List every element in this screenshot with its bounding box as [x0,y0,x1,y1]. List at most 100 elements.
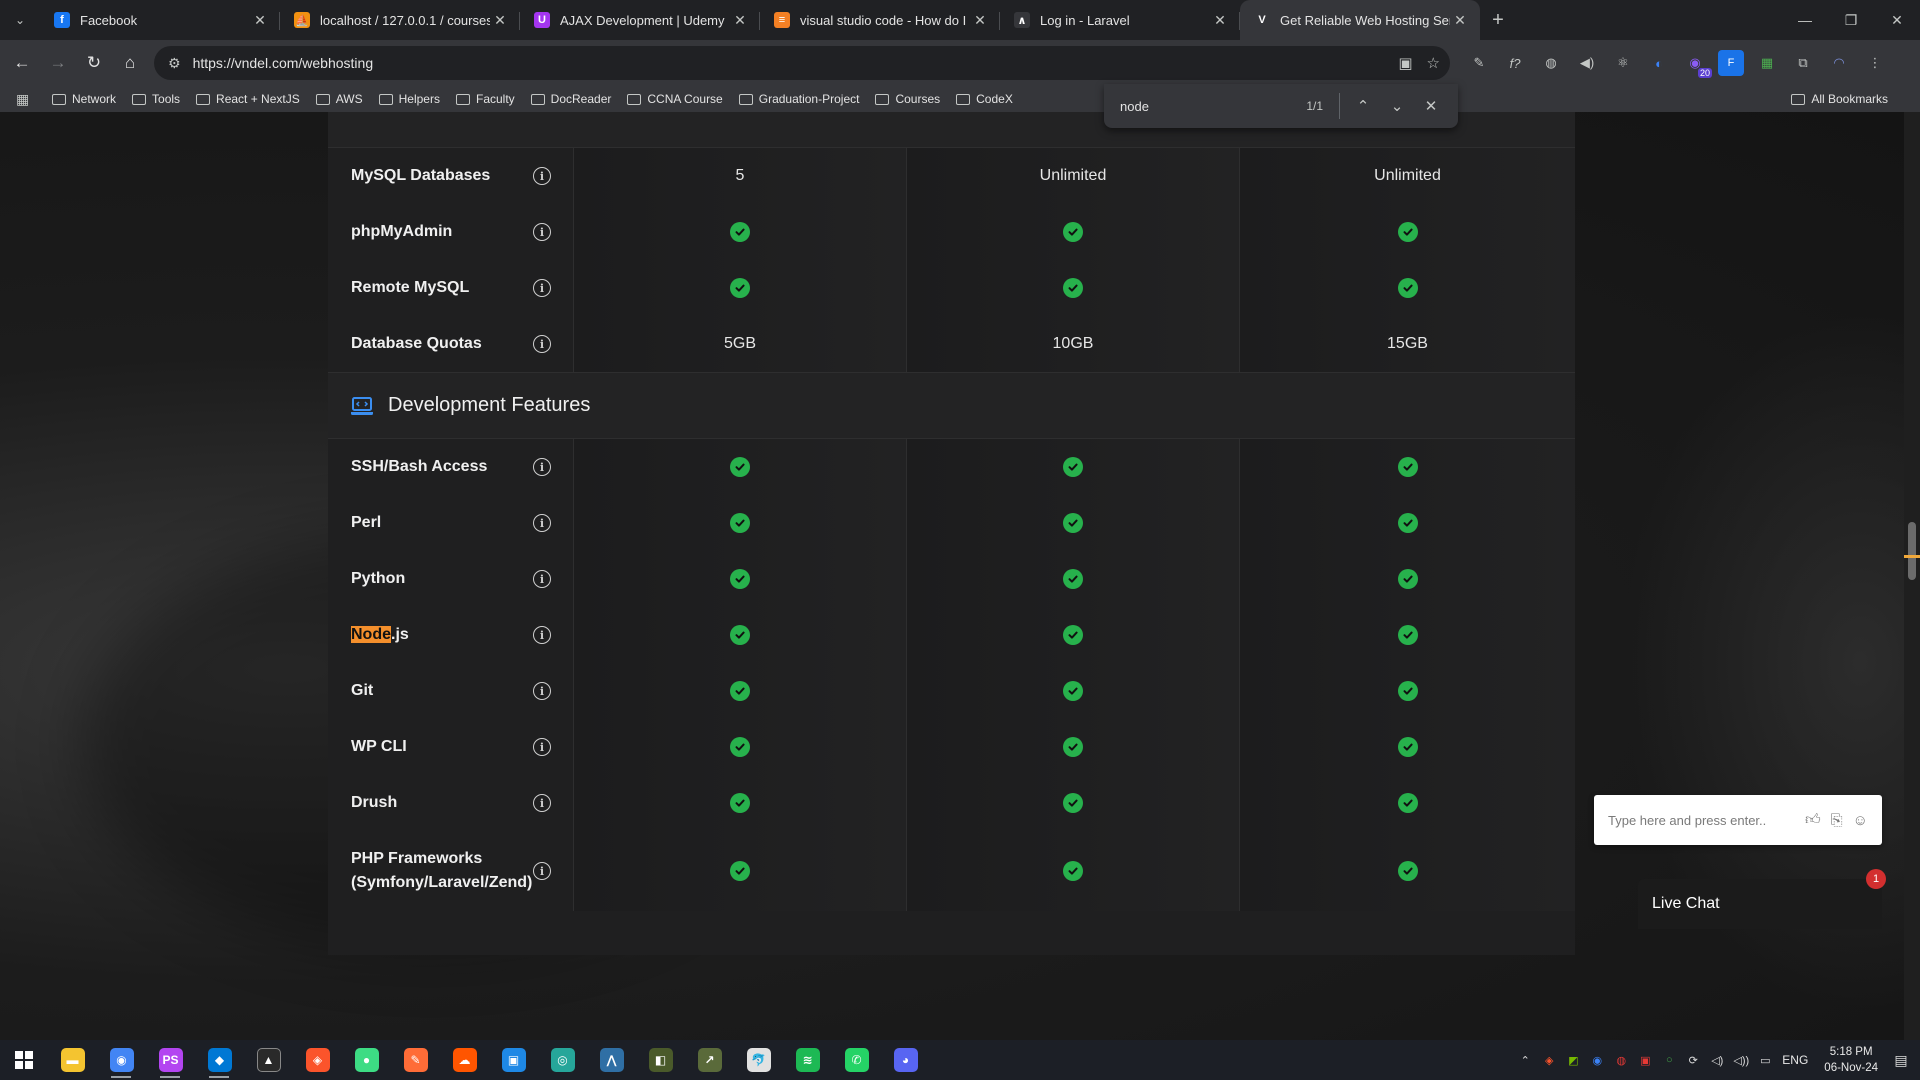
bookmark-folder[interactable]: AWS [315,92,363,106]
all-bookmarks[interactable]: All Bookmarks [1791,92,1888,106]
live-chat-button[interactable]: Live Chat 1 [1638,869,1886,929]
recorder-tray-icon[interactable]: ▣ [1638,1053,1652,1067]
browser-tab[interactable]: ∧ Log in - Laravel ✕ [1000,0,1240,40]
close-tab-icon[interactable]: ✕ [970,12,990,29]
bookmark-folder[interactable]: Tools [132,92,180,106]
discord-taskbar-button[interactable]: ◕ [881,1040,930,1080]
browser-tab[interactable]: ≡ visual studio code - How do I cl ✕ [760,0,1000,40]
find-input[interactable]: node [1120,99,1306,114]
site-info-icon[interactable]: ⚙ [168,55,181,72]
android-studio-taskbar-button[interactable]: ● [342,1040,391,1080]
sql-taskbar-button[interactable]: ▣ [489,1040,538,1080]
page-scrollbar[interactable] [1904,112,1920,1040]
bookmark-folder[interactable]: Helpers [378,92,440,106]
bookmark-folder[interactable]: React + NextJS [196,92,300,106]
bookmark-folder[interactable]: Network [52,92,116,106]
close-tab-icon[interactable]: ✕ [250,12,270,29]
tray-status-icon[interactable]: ○ [1662,1053,1676,1067]
home-button[interactable]: ⌂ [112,45,148,81]
tray-overflow-icon[interactable]: ⌃ [1518,1053,1532,1067]
whatsapp-taskbar-button[interactable]: ✆ [832,1040,881,1080]
restore-button[interactable]: ❐ [1828,0,1874,40]
postman-taskbar-button[interactable]: ✎ [391,1040,440,1080]
menu-kebab-icon[interactable]: ⋮ [1862,50,1888,76]
browser-tab[interactable]: U AJAX Development | Udemy ✕ [520,0,760,40]
info-icon[interactable]: i [533,682,551,700]
info-icon[interactable]: i [533,626,551,644]
file-explorer-taskbar-button[interactable]: ▬ [48,1040,97,1080]
info-icon[interactable]: i [533,794,551,812]
close-tab-icon[interactable]: ✕ [730,12,750,29]
minimize-button[interactable]: — [1782,0,1828,40]
volume-tray-icon[interactable]: ◁)) [1733,1053,1749,1067]
profile-avatar-icon[interactable]: ◠ [1826,50,1852,76]
find-next-button[interactable]: ⌄ [1380,97,1414,115]
apps-grid-icon[interactable]: ▦ [16,91,36,108]
address-bar[interactable]: ⚙ https://vndel.com/webhosting ▣ ☆ [154,46,1450,80]
close-tab-icon[interactable]: ✕ [1210,12,1230,29]
epic-games-taskbar-button[interactable]: ▲ [244,1040,293,1080]
network-tray-icon[interactable]: ⟳ [1686,1053,1700,1067]
apps-extension-icon[interactable]: ▦ [1754,50,1780,76]
counter-extension-icon[interactable]: ◉ 20 [1682,50,1712,78]
tray-app-icon[interactable]: ◉ [1590,1053,1604,1067]
info-icon[interactable]: i [533,862,551,880]
edge-extension-icon[interactable]: ◐ [1646,50,1672,76]
reload-button[interactable]: ↻ [76,45,112,81]
bookmark-folder[interactable]: CodeX [956,92,1013,106]
bookmark-folder[interactable]: Graduation-Project [738,92,859,106]
new-tab-button[interactable]: + [1480,0,1516,40]
scrollbar-thumb[interactable] [1908,522,1916,580]
emoji-icon[interactable]: ☺ [1853,812,1868,829]
info-icon[interactable]: i [533,458,551,476]
find-close-button[interactable]: ✕ [1414,97,1448,115]
close-tab-icon[interactable]: ✕ [1450,12,1470,29]
brave-taskbar-button[interactable]: ◈ [293,1040,342,1080]
browser-tab[interactable]: f Facebook ✕ [40,0,280,40]
antivirus-tray-icon[interactable]: ◍ [1614,1053,1628,1067]
info-icon[interactable]: i [533,335,551,353]
forward-button[interactable]: → [40,45,76,81]
close-tab-icon[interactable]: ✕ [490,12,510,29]
notifications-icon[interactable]: ▤ [1894,1052,1908,1068]
bookmark-folder[interactable]: Faculty [455,92,515,106]
thumbs-up-icon[interactable]: 👍︎ [1805,811,1821,829]
browser-tab[interactable]: ⛵ localhost / 127.0.0.1 / courses_r ✕ [280,0,520,40]
language-indicator[interactable]: ENG [1782,1053,1808,1067]
font-extension-icon[interactable]: F [1718,50,1744,76]
info-icon[interactable]: i [533,223,551,241]
vscode-taskbar-button[interactable]: ◆ [195,1040,244,1080]
info-icon[interactable]: i [533,167,551,185]
back-button[interactable]: ← [4,45,40,81]
page-action-icon[interactable]: ▣ [1398,54,1412,72]
mysql-taskbar-button[interactable]: 🐬 [734,1040,783,1080]
start-button[interactable] [0,1040,48,1080]
find-previous-button[interactable]: ⌃ [1346,97,1380,115]
attachment-icon[interactable]: ⎘ [1831,812,1843,829]
react-devtools-icon[interactable]: ⚛ [1610,50,1636,76]
speaker-tray-icon[interactable]: ◁) [1710,1053,1724,1067]
clock[interactable]: 5:18 PM 06-Nov-24 [1824,1044,1878,1076]
cisco-packet-taskbar-button[interactable]: ◧ [636,1040,685,1080]
chrome-taskbar-button[interactable]: ◉ [97,1040,146,1080]
url-text[interactable]: https://vndel.com/webhosting [193,55,1399,71]
info-icon[interactable]: i [533,514,551,532]
cookie-extension-icon[interactable]: ◍ [1538,50,1564,76]
info-icon[interactable]: i [533,738,551,756]
formula-extension-icon[interactable]: f? [1502,50,1528,76]
soundcloud-taskbar-button[interactable]: ☁ [440,1040,489,1080]
browser-tab[interactable]: V Get Reliable Web Hosting Servi ✕ [1240,0,1480,40]
display-tray-icon[interactable]: ▭ [1758,1053,1772,1067]
bookmark-folder[interactable]: DocReader [530,92,611,106]
eyedropper-extension-icon[interactable]: ✎ [1466,50,1492,76]
bookmark-folder[interactable]: Courses [875,92,940,106]
mysql-workbench-taskbar-button[interactable]: ⋀ [587,1040,636,1080]
spotify-taskbar-button[interactable]: ≋ [783,1040,832,1080]
bookmark-star-icon[interactable]: ☆ [1427,54,1440,72]
volume-extension-icon[interactable]: ◀) [1574,50,1600,76]
phpstorm-taskbar-button[interactable]: PS [146,1040,195,1080]
info-icon[interactable]: i [533,279,551,297]
nvidia-tray-icon[interactable]: ◩ [1566,1053,1580,1067]
chat-message-input[interactable]: Type here and press enter.. 👍︎ ⎘ ☺ [1594,795,1882,845]
info-icon[interactable]: i [533,570,551,588]
